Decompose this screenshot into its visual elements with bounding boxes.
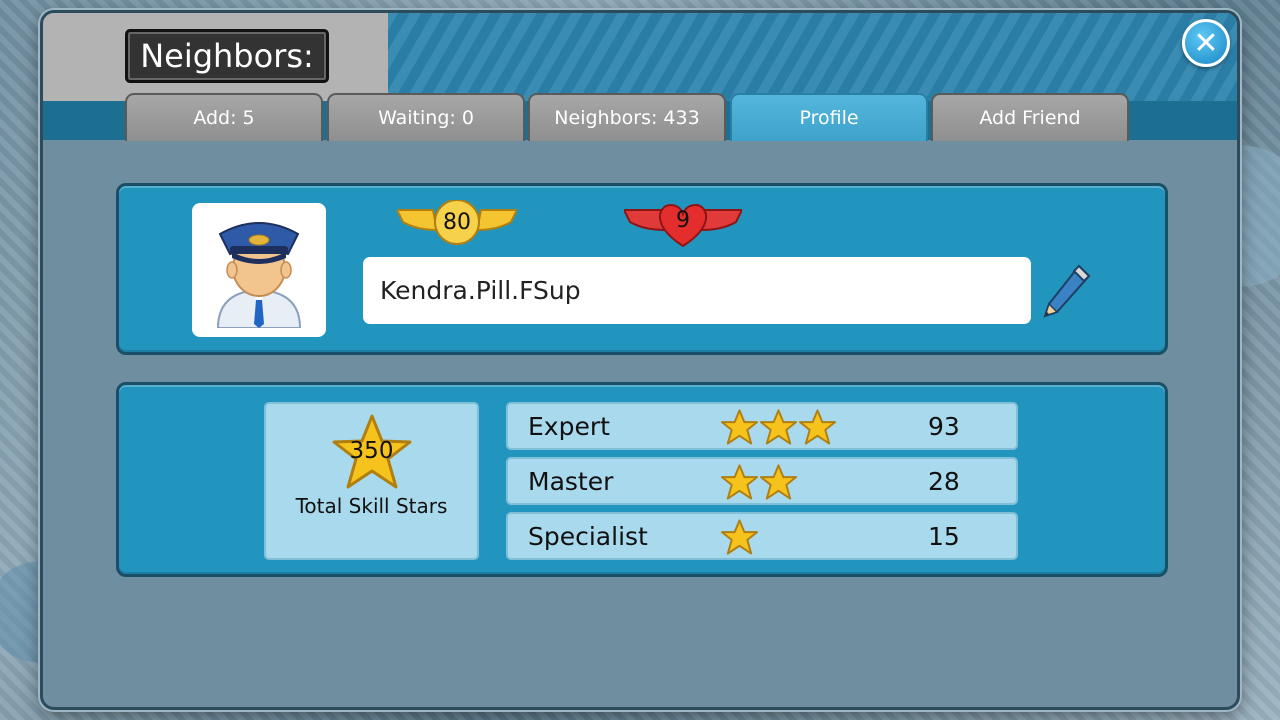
close-button[interactable]: ✕ bbox=[1182, 19, 1230, 67]
skill-row-specialist: Specialist 15 bbox=[506, 512, 1018, 560]
skill-name: Expert bbox=[528, 411, 610, 441]
tab-add-friend[interactable]: Add Friend bbox=[931, 93, 1129, 141]
total-star-badge: 350 bbox=[332, 414, 412, 490]
avatar bbox=[192, 203, 326, 337]
pilot-avatar-icon bbox=[216, 222, 302, 328]
profile-panel: 80 9 Kendra.Pill.FSup bbox=[116, 183, 1168, 355]
level-value: 80 bbox=[443, 209, 471, 235]
level-badge: 80 bbox=[397, 194, 517, 250]
tab-waiting[interactable]: Waiting: 0 bbox=[327, 93, 525, 141]
skill-stars bbox=[720, 463, 798, 501]
skill-count: 93 bbox=[928, 411, 960, 441]
skill-stars bbox=[720, 518, 759, 556]
skill-count: 15 bbox=[928, 521, 960, 551]
tab-neighbors[interactable]: Neighbors: 433 bbox=[528, 93, 726, 141]
skill-name: Master bbox=[528, 466, 614, 496]
tab-add[interactable]: Add: 5 bbox=[125, 93, 323, 141]
star-icon bbox=[720, 519, 759, 555]
tab-profile[interactable]: Profile bbox=[730, 93, 928, 141]
player-name-field[interactable]: Kendra.Pill.FSup bbox=[363, 257, 1031, 324]
hearts-badge: 9 bbox=[624, 194, 742, 250]
star-icon bbox=[720, 464, 759, 500]
total-skill-stars-box: 350 Total Skill Stars bbox=[264, 402, 479, 560]
hearts-value: 9 bbox=[676, 207, 690, 233]
star-icon bbox=[759, 409, 798, 445]
skill-row-expert: Expert 93 bbox=[506, 402, 1018, 450]
skills-panel: 350 Total Skill Stars Expert 93 Master 2… bbox=[116, 382, 1168, 577]
skill-row-master: Master 28 bbox=[506, 457, 1018, 505]
total-skill-stars-label: Total Skill Stars bbox=[295, 494, 448, 518]
star-icon bbox=[720, 409, 759, 445]
close-icon: ✕ bbox=[1193, 25, 1219, 61]
skill-stars bbox=[720, 408, 837, 446]
pencil-icon[interactable] bbox=[1039, 262, 1093, 320]
skill-count: 28 bbox=[928, 466, 960, 496]
star-icon bbox=[759, 464, 798, 500]
neighbors-dialog: Neighbors: Add: 5 Waiting: 0 Neighbors: … bbox=[40, 10, 1240, 710]
dialog-title: Neighbors: bbox=[125, 29, 329, 83]
skill-name: Specialist bbox=[528, 521, 648, 551]
star-icon bbox=[798, 409, 837, 445]
total-skill-stars-value: 350 bbox=[349, 438, 394, 464]
